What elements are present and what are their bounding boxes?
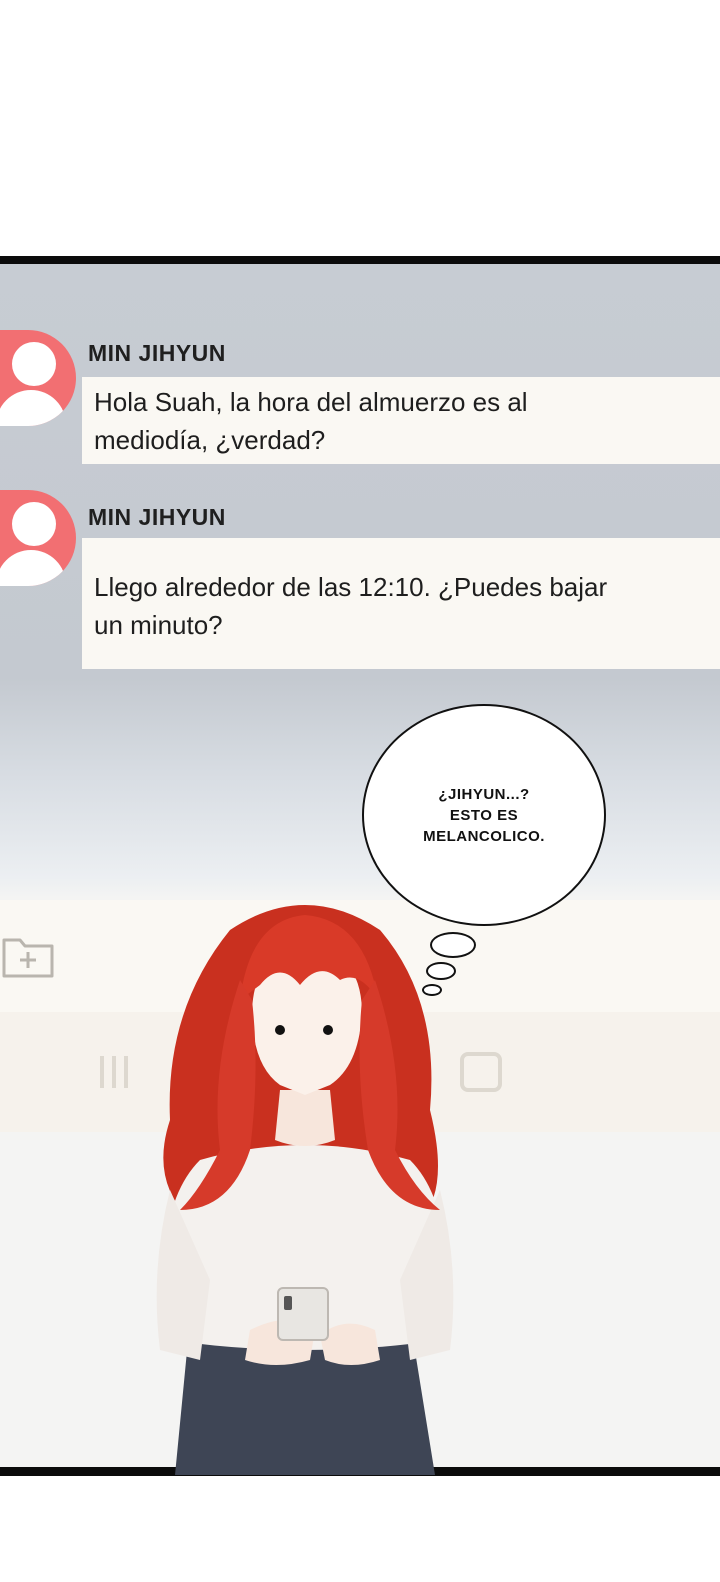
sender-name: MIN JIHYUN (88, 340, 226, 366)
avatar-head (12, 342, 56, 386)
thought-line: ESTO ES (449, 806, 519, 824)
message-bubble[interactable]: Llego alrededor de las 12:10. ¿Puedes ba… (82, 538, 720, 669)
recent-apps-icon[interactable] (96, 1050, 136, 1094)
message-text-line: Llego alrededor de las 12:10. ¿Puedes ba… (94, 572, 608, 602)
thought-text: ¿JIHYUN...? ESTO ES MELANCOLICO. (423, 784, 545, 847)
message-bubble[interactable]: Hola Suah, la hora del almuerzo es al me… (82, 377, 720, 464)
folder-plus-icon[interactable] (0, 930, 60, 982)
avatar-shoulders (0, 390, 66, 426)
panel-border-top (0, 256, 720, 264)
message-text-line: mediodía, ¿verdad? (94, 425, 326, 455)
thought-line: ¿JIHYUN...? (438, 785, 530, 803)
sender-name: MIN JIHYUN (88, 504, 226, 530)
avatar-shoulders (0, 550, 66, 586)
thought-line: MELANCOLICO. (423, 827, 545, 845)
message-text-line: Hola Suah, la hora del almuerzo es al (94, 387, 528, 417)
avatar-head (12, 502, 56, 546)
red-haired-girl-illustration (156, 905, 454, 1475)
message-text-line: un minuto? (94, 610, 223, 640)
